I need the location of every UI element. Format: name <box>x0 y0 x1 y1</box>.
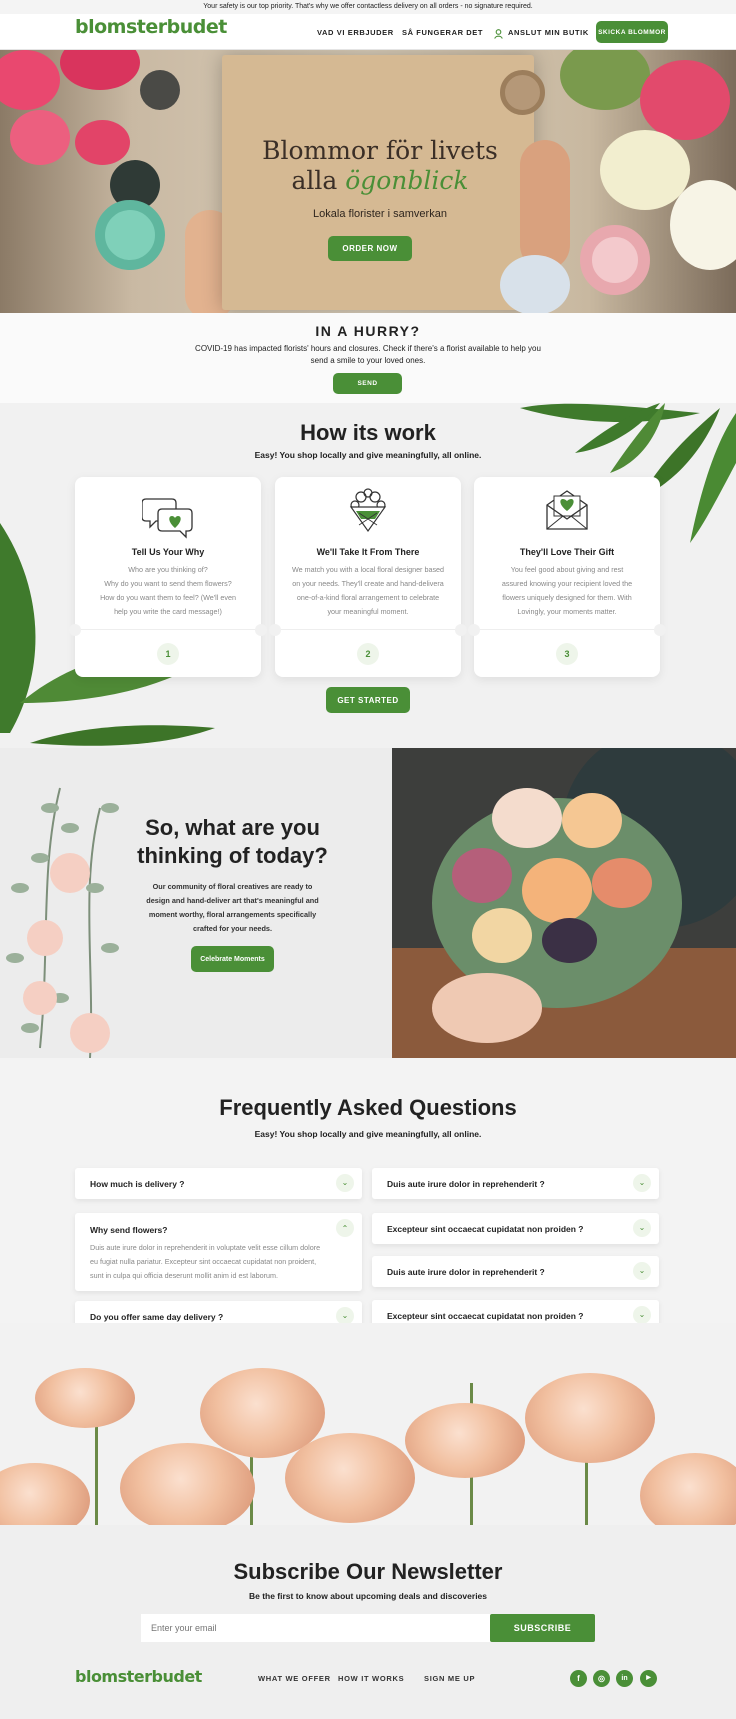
card-1-number: 1 <box>157 643 179 665</box>
chevron-down-icon[interactable]: ⌄ <box>633 1306 651 1324</box>
faq-title: Frequently Asked Questions <box>219 1095 517 1120</box>
hurry-text-line1: COVID-19 has impacted florists' hours an… <box>195 344 541 353</box>
card-2-number: 2 <box>357 643 379 665</box>
faq-item-right-1[interactable]: Duis aute irure dolor in reprehenderit ?… <box>372 1168 659 1199</box>
faq-answer: Duis aute irure dolor in reprehenderit i… <box>90 1243 321 1280</box>
card-3-text: You feel good about giving and rest assur… <box>501 565 633 616</box>
hurry-text-line2: send a smile to your loved ones. <box>310 356 426 365</box>
how-card-2: We'll Take It From There We match you wi… <box>269 477 467 677</box>
youtube-icon[interactable]: ▶ <box>640 1670 657 1687</box>
send-flowers-button[interactable]: SKICKA BLOMMOR <box>596 21 668 43</box>
newsletter-title: Subscribe Our Newsletter <box>233 1559 503 1584</box>
card-notch <box>468 624 480 636</box>
instagram-icon[interactable]: ◎ <box>593 1670 610 1687</box>
nav-what-we-offer[interactable]: VAD VI ERBJUDER <box>317 28 394 37</box>
chevron-down-icon[interactable]: ⌄ <box>336 1174 354 1192</box>
hero-subtitle: Lokala florister i samverkan <box>313 208 447 220</box>
bouquet-icon <box>349 488 387 533</box>
card-3-number: 3 <box>556 643 578 665</box>
card-notch <box>455 624 467 636</box>
chevron-up-icon[interactable]: ⌃ <box>336 1219 354 1237</box>
card-3-divider <box>474 629 660 630</box>
send-button[interactable]: SEND <box>333 373 402 394</box>
card-notch <box>269 624 281 636</box>
hero-title-script: ögonblick <box>345 166 469 195</box>
footer-nav-what-we-offer[interactable]: WHAT WE OFFER <box>258 1674 331 1683</box>
linkedin-icon[interactable]: in <box>616 1670 633 1687</box>
header-logo[interactable]: blomsterbudet <box>75 16 227 38</box>
how-card-1: Tell Us Your Why Who are you thinking of… <box>69 477 267 677</box>
safety-banner: Your safety is our top priority. That's … <box>0 0 736 14</box>
faq-subtitle: Easy! You shop locally and give meaningf… <box>254 1129 482 1139</box>
get-started-button[interactable]: GET STARTED <box>326 687 410 713</box>
order-now-button[interactable]: ORDER NOW <box>328 236 412 261</box>
user-icon[interactable] <box>494 26 503 39</box>
nav-how-it-works[interactable]: SÅ FUNGERAR DET <box>402 28 483 37</box>
subscribe-button[interactable]: SUBSCRIBE <box>490 1614 595 1642</box>
chrysanthemum-photo <box>0 1323 736 1525</box>
footer-nav-how-it-works[interactable]: HOW IT WORKS <box>338 1674 404 1683</box>
card-notch <box>255 624 267 636</box>
how-card-3: They'll Love Their Gift You feel good ab… <box>468 477 666 677</box>
card-notch <box>654 624 666 636</box>
email-input[interactable] <box>141 1614 491 1642</box>
footer-nav-sign-me-up[interactable]: SIGN ME UP <box>424 1674 475 1683</box>
hero-title-line1: Blommor för livets <box>262 136 498 165</box>
faq-item-delivery-cost[interactable]: How much is delivery ? ⌄ <box>75 1168 362 1199</box>
card-1-title: Tell Us Your Why <box>131 547 205 557</box>
think-title-line1: So, what are you <box>145 815 320 840</box>
card-3-title: They'll Love Their Gift <box>519 547 615 557</box>
hero-title-line2: alla ögonblick <box>291 166 469 195</box>
newsletter-subtitle: Be the first to know about upcoming deal… <box>248 1591 488 1601</box>
think-title-line2: thinking of today? <box>137 843 328 868</box>
card-1-text: Who are you thinking of? Why do you want … <box>100 565 236 616</box>
facebook-icon[interactable]: f <box>570 1670 587 1687</box>
bouquet-photo <box>392 748 736 1058</box>
how-subtitle: Easy! You shop locally and give meaningf… <box>254 450 482 460</box>
card-2-title: We'll Take It From There <box>316 547 420 557</box>
how-title: How its work <box>300 420 436 445</box>
card-1-divider <box>75 629 261 630</box>
faq-item-why-send[interactable]: Why send flowers? ⌃ Duis aute irure dolo… <box>75 1213 362 1291</box>
chevron-down-icon[interactable]: ⌄ <box>633 1174 651 1192</box>
celebrate-moments-button[interactable]: Celebrate Moments <box>191 946 274 972</box>
envelope-heart-icon <box>546 490 588 530</box>
thinking-section: So, what are you thinking of today? Our … <box>0 748 392 1058</box>
chat-heart-icon <box>142 498 193 539</box>
site-header: blomsterbudet VAD VI ERBJUDER SÅ FUNGERA… <box>0 14 736 50</box>
hurry-section: IN A HURRY? COVID-19 has impacted floris… <box>0 313 736 403</box>
card-2-divider <box>275 629 461 630</box>
hero-section: Blommor för livets alla ögonblick Lokala… <box>0 50 736 313</box>
nav-connect-store[interactable]: ANSLUT MIN BUTIK <box>508 28 589 37</box>
hurry-title: IN A HURRY? <box>315 323 421 339</box>
chevron-down-icon[interactable]: ⌄ <box>633 1262 651 1280</box>
chevron-down-icon[interactable]: ⌄ <box>633 1219 651 1237</box>
faq-item-right-2[interactable]: Excepteur sint occaecat cupidatat non pr… <box>372 1213 659 1244</box>
faq-item-right-3[interactable]: Duis aute irure dolor in reprehenderit ?… <box>372 1256 659 1287</box>
think-text: Our community of floral creatives are re… <box>146 882 319 933</box>
footer-logo[interactable]: blomsterbudet <box>75 1667 202 1686</box>
card-notch <box>69 624 81 636</box>
card-2-text: We match you with a local floral designe… <box>291 565 445 616</box>
